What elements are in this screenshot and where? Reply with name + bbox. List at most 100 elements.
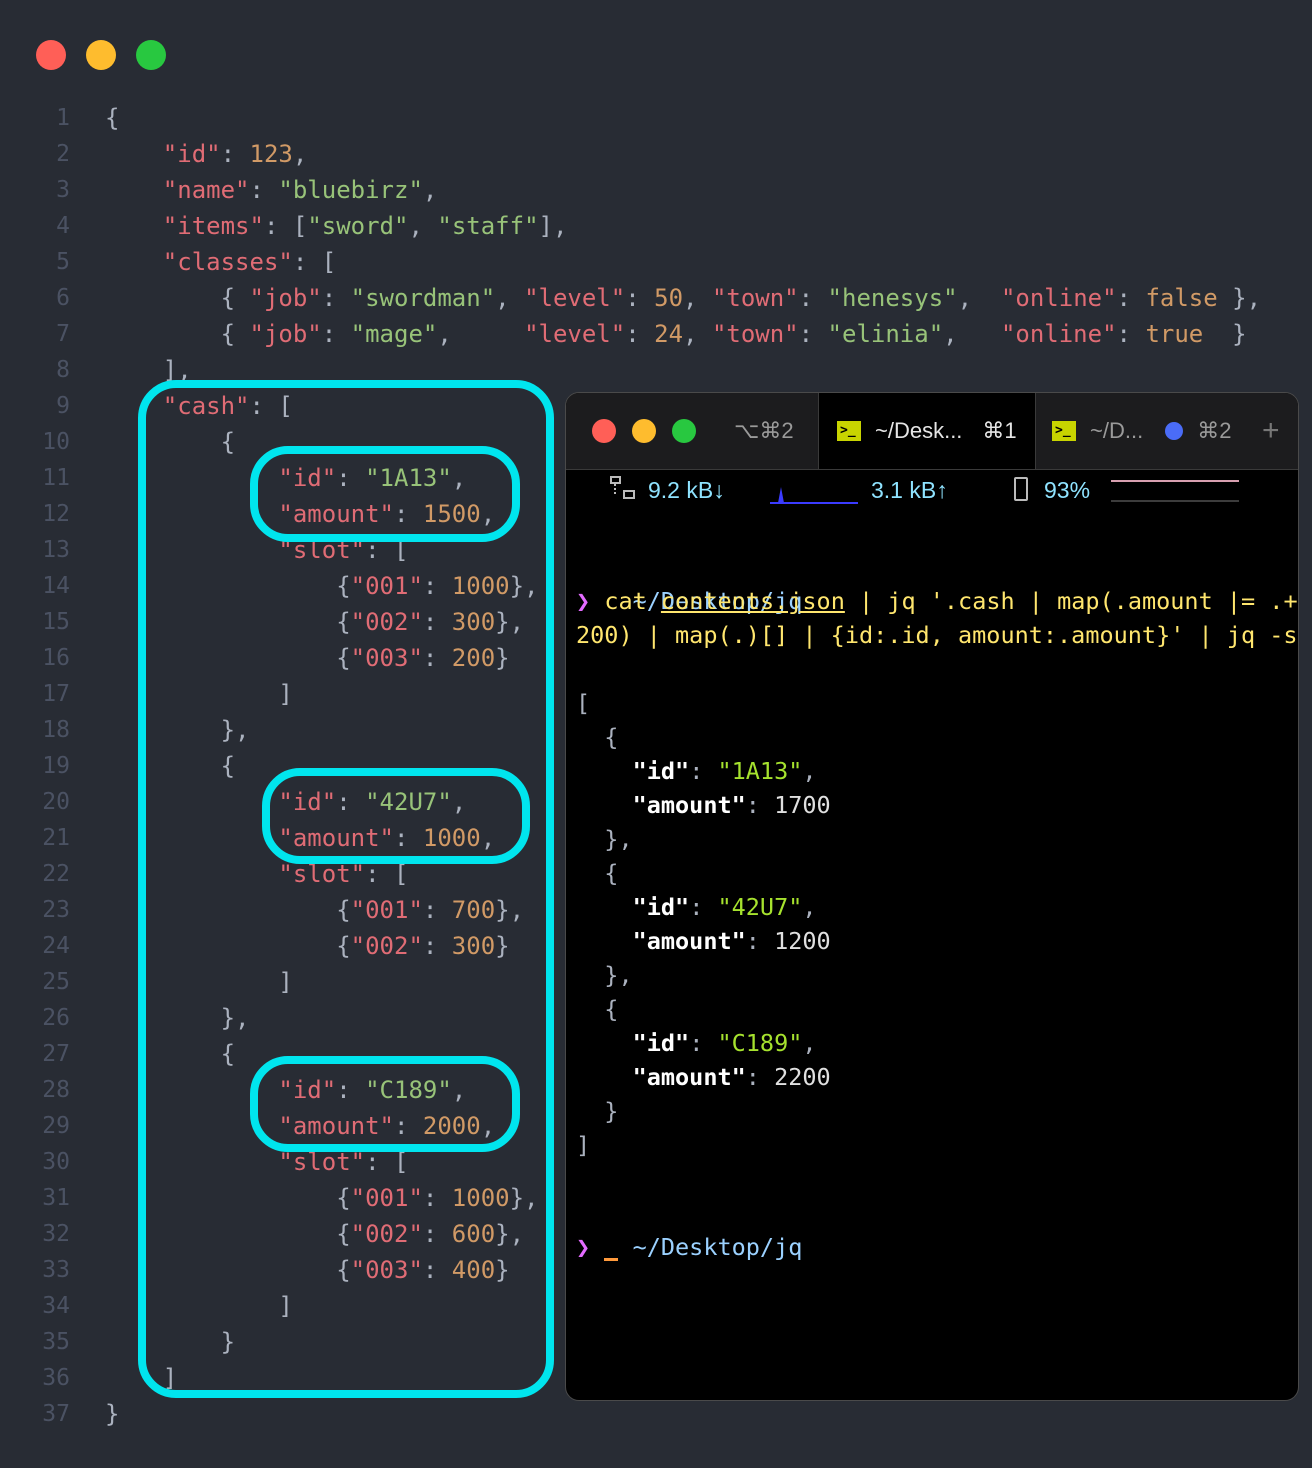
line-number: 35 <box>42 1329 70 1355</box>
code-token: } <box>495 932 510 960</box>
code-token: : <box>336 788 366 816</box>
code-line: "amount": 1000, <box>105 820 495 856</box>
code-token: { <box>105 284 250 312</box>
output-line: "amount": 2200 <box>576 1060 831 1094</box>
new-tab-button[interactable]: + <box>1262 393 1280 469</box>
code-token: ] <box>105 1364 178 1392</box>
activity-dot-icon <box>1165 422 1184 440</box>
output-token: "1A13" <box>717 757 803 785</box>
code-line: {"001": 1000}, <box>105 568 538 604</box>
code-token: 2000 <box>422 1112 481 1140</box>
code-token: 123 <box>249 140 293 168</box>
code-token: , <box>683 284 712 312</box>
line-number: 2 <box>56 141 70 167</box>
code-token: } <box>495 644 510 672</box>
output-token: { <box>576 995 619 1023</box>
code-token: : <box>321 320 351 348</box>
line-number: 7 <box>56 321 70 347</box>
code-line: "id": "1A13", <box>105 460 466 496</box>
terminal-minimize-button[interactable] <box>632 419 656 443</box>
output-line: } <box>576 1094 618 1128</box>
output-token: : <box>689 1029 718 1057</box>
code-token: "slot" <box>278 536 366 564</box>
cmd-file[interactable]: contents.json <box>661 587 845 615</box>
code-line: }, <box>105 712 250 748</box>
code-token: } <box>495 1256 510 1284</box>
code-token: { <box>105 896 351 924</box>
code-token: 24 <box>654 320 684 348</box>
code-token: "42U7" <box>365 788 452 816</box>
output-line: { <box>576 856 618 890</box>
code-token: "id" <box>278 1076 337 1104</box>
terminal-close-button[interactable] <box>592 419 616 443</box>
code-token: , <box>292 140 308 168</box>
code-token: "online" <box>1000 320 1117 348</box>
output-token: : <box>689 893 718 921</box>
maximize-button[interactable] <box>136 40 166 70</box>
code-token: 1000 <box>451 1184 510 1212</box>
line-number: 3 <box>56 177 70 203</box>
code-line: {"003": 200} <box>105 640 510 676</box>
code-token: : <box>422 1256 452 1284</box>
code-token: : <box>422 572 452 600</box>
prompt-line[interactable]: ❯ <box>576 1230 619 1264</box>
terminal-maximize-button[interactable] <box>672 419 696 443</box>
code-token: : <box>422 932 452 960</box>
code-token: : [ <box>249 392 293 420</box>
code-line: { "job": "mage", "level": 24, "town": "e… <box>105 316 1247 352</box>
code-token: ], <box>538 212 568 240</box>
line-number: 34 <box>42 1293 70 1319</box>
code-line: { <box>105 748 235 784</box>
tab-shortcut-label: ⌥⌘2 <box>734 393 794 469</box>
line-number: 37 <box>42 1401 70 1427</box>
plus-icon: + <box>1262 414 1280 447</box>
line-number: 15 <box>42 609 70 635</box>
code-token: 600 <box>451 1220 496 1248</box>
code-line: "amount": 2000, <box>105 1108 495 1144</box>
code-line: "slot": [ <box>105 1144 408 1180</box>
minimize-button[interactable] <box>86 40 116 70</box>
code-token: "id" <box>278 464 337 492</box>
status-bar: 9.2 kB↓ 3.1 kB↑ 93% <box>566 469 1298 513</box>
line-number: 5 <box>56 249 70 275</box>
code-token: : [ <box>263 212 308 240</box>
code-token: , <box>480 500 496 528</box>
code-token: : <box>321 284 351 312</box>
output-line: }, <box>576 958 632 992</box>
code-token: 300 <box>451 932 496 960</box>
tab-second[interactable]: >_ ~/D... ⌘2 <box>1052 393 1231 469</box>
output-token: 2200 <box>774 1063 831 1091</box>
code-token: "town" <box>711 320 799 348</box>
code-token: : <box>422 608 452 636</box>
code-token: { <box>105 1040 236 1068</box>
output-token: }, <box>576 825 633 853</box>
code-token: "1A13" <box>365 464 452 492</box>
terminal-tab-bar: ⌥⌘2 >_ ~/Desk... ⌘1 >_ ~/D... ⌘2 + <box>566 393 1298 470</box>
close-button[interactable] <box>36 40 66 70</box>
code-token: : <box>393 500 423 528</box>
code-line: "slot": [ <box>105 856 408 892</box>
code-token: : <box>336 464 366 492</box>
code-line: "classes": [ <box>105 244 336 280</box>
output-line: }, <box>576 822 633 856</box>
output-token <box>576 927 633 955</box>
code-token: : <box>220 140 250 168</box>
code-token: { <box>105 1184 351 1212</box>
code-token: "job" <box>249 284 322 312</box>
code-token: "henesys" <box>827 284 958 312</box>
code-token: , <box>480 1112 496 1140</box>
line-number: 33 <box>42 1257 70 1283</box>
line-number: 18 <box>42 717 70 743</box>
code-line: { <box>105 1036 235 1072</box>
output-line: { <box>576 720 618 754</box>
command-line: ❯ cat contents.json | jq '.cash | map(.a… <box>576 584 1298 618</box>
tab-active[interactable]: >_ ~/Desk... ⌘1 <box>818 393 1036 469</box>
output-token: 1700 <box>774 791 831 819</box>
output-token: : <box>745 927 775 955</box>
code-token: "swordman" <box>350 284 496 312</box>
